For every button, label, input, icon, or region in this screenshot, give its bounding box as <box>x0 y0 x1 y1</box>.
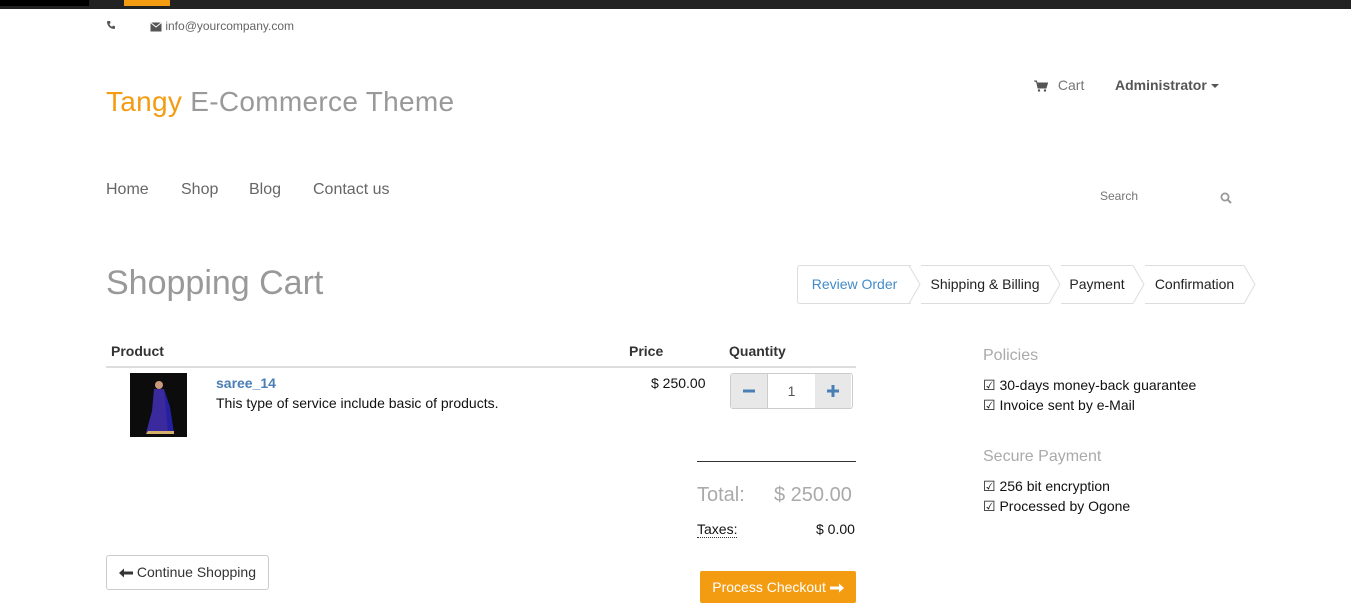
step-shipping-billing[interactable]: Shipping & Billing <box>921 265 1049 304</box>
site-logo[interactable]: Tangy E-Commerce Theme <box>106 86 454 118</box>
increase-quantity-button[interactable] <box>815 374 851 408</box>
secure-item: ☑ Processed by Ogone <box>983 498 1131 514</box>
quantity-input[interactable]: 1 <box>767 374 816 408</box>
taxes-value: $ 0.00 <box>816 521 855 537</box>
page-title: Shopping Cart <box>106 264 324 302</box>
policy-item: ☑ Invoice sent by e-Mail <box>983 397 1135 413</box>
cart-link[interactable]: Cart <box>1034 77 1084 93</box>
cart-label: Cart <box>1057 77 1085 93</box>
step-arrow-icon <box>1244 265 1256 304</box>
taxes-label: Taxes: <box>697 521 738 538</box>
continue-shopping-label: Continue Shopping <box>136 564 256 580</box>
process-checkout-label: Process Checkout <box>712 579 826 595</box>
decrease-quantity-button[interactable] <box>731 374 767 408</box>
nav-blog[interactable]: Blog <box>249 181 281 199</box>
search-input[interactable] <box>1096 184 1214 208</box>
total-label: Total: <box>697 484 745 506</box>
product-price: $ 250.00 <box>651 375 706 391</box>
policy-item: ☑ 30-days money-back guarantee <box>983 377 1197 393</box>
col-header-product: Product <box>111 343 164 359</box>
user-menu[interactable]: Administrator <box>1115 77 1219 93</box>
caret-down-icon <box>1210 84 1219 89</box>
step-payment[interactable]: Payment <box>1061 265 1133 304</box>
phone-icon <box>106 19 116 33</box>
step-review-order[interactable]: Review Order <box>797 265 911 304</box>
secure-item: ☑ 256 bit encryption <box>983 478 1110 494</box>
nav-home[interactable]: Home <box>106 181 149 199</box>
minus-icon <box>743 389 755 393</box>
logo-brand: Tangy <box>106 86 183 117</box>
nav-contact[interactable]: Contact us <box>313 181 389 199</box>
top-bar <box>0 0 1351 9</box>
nav-shop[interactable]: Shop <box>181 181 218 199</box>
process-checkout-button[interactable]: Process Checkout <box>700 571 856 603</box>
product-image[interactable] <box>130 373 187 437</box>
col-header-price: Price <box>629 343 664 359</box>
product-name-link[interactable]: saree_14 <box>216 375 276 391</box>
plus-icon <box>827 384 839 397</box>
col-header-quantity: Quantity <box>729 343 786 359</box>
step-arrow-icon <box>1049 265 1061 304</box>
table-header-divider <box>106 366 856 368</box>
envelope-icon <box>150 21 162 32</box>
step-confirmation[interactable]: Confirmation <box>1145 265 1244 304</box>
email-contact[interactable]: info@yourcompany.com <box>150 19 294 33</box>
secure-payment-heading: Secure Payment <box>983 448 1102 465</box>
top-bar-accent <box>124 0 170 6</box>
continue-shopping-button[interactable]: Continue Shopping <box>106 555 269 590</box>
product-description: This type of service include basic of pr… <box>216 395 499 411</box>
top-bar-left <box>0 0 89 6</box>
total-value: $ 250.00 <box>774 484 852 506</box>
step-arrow-icon <box>1133 265 1145 304</box>
logo-text: E-Commerce Theme <box>182 86 455 117</box>
cart-icon <box>1034 80 1048 92</box>
policies-heading: Policies <box>983 347 1039 364</box>
email-text: info@yourcompany.com <box>165 19 295 33</box>
search-icon[interactable] <box>1220 191 1232 207</box>
search-box <box>1096 184 1238 210</box>
user-name: Administrator <box>1115 77 1207 93</box>
arrow-left-icon <box>119 568 133 578</box>
summary-divider <box>697 461 856 462</box>
quantity-stepper: 1 <box>730 373 853 409</box>
step-arrow-icon <box>909 265 921 304</box>
arrow-right-icon <box>829 583 844 593</box>
